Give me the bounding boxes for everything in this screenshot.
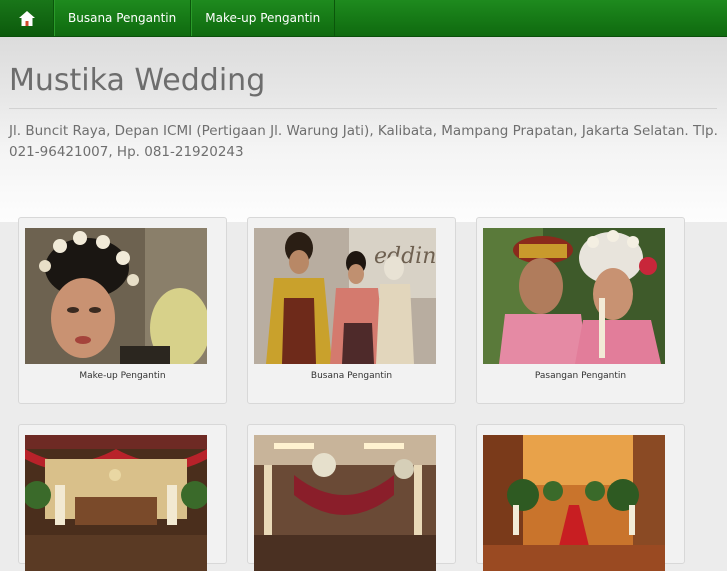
header-divider (9, 108, 717, 109)
top-navigation: Busana Pengantin Make-up Pengantin (0, 0, 727, 37)
gallery-caption: Busana Pengantin (310, 371, 393, 381)
gallery-card-decoration-2[interactable] (247, 424, 456, 571)
gallery-card-makeup[interactable]: Make-up Pengantin (18, 217, 227, 404)
gallery-card-decoration-1[interactable] (18, 424, 227, 571)
gallery-caption: Make-up Pengantin (79, 371, 166, 381)
nav-item-makeup-pengantin[interactable]: Make-up Pengantin (191, 0, 336, 36)
busana-bride-photo[interactable]: eddin (254, 228, 436, 364)
page-title: Mustika Wedding (9, 63, 266, 98)
home-icon (18, 10, 35, 26)
nav-home-button[interactable] (0, 0, 54, 36)
gallery-card-decoration-3[interactable] (476, 424, 685, 571)
makeup-bride-photo[interactable] (25, 228, 207, 364)
reception-hall-photo[interactable] (254, 435, 436, 571)
svg-text:eddin: eddin (374, 244, 436, 269)
aisle-decoration-photo[interactable] (483, 435, 665, 571)
nav-item-busana-pengantin[interactable]: Busana Pengantin (54, 0, 192, 36)
contact-address: Jl. Buncit Raya, Depan ICMI (Pertigaan J… (9, 123, 718, 160)
pasangan-couple-photo[interactable] (483, 228, 665, 364)
gallery-card-pasangan[interactable]: Pasangan Pengantin (476, 217, 685, 404)
wedding-stage-photo[interactable] (25, 435, 207, 571)
gallery-caption: Pasangan Pengantin (534, 371, 627, 381)
gallery-card-busana[interactable]: eddin Busana Pengantin (247, 217, 456, 404)
